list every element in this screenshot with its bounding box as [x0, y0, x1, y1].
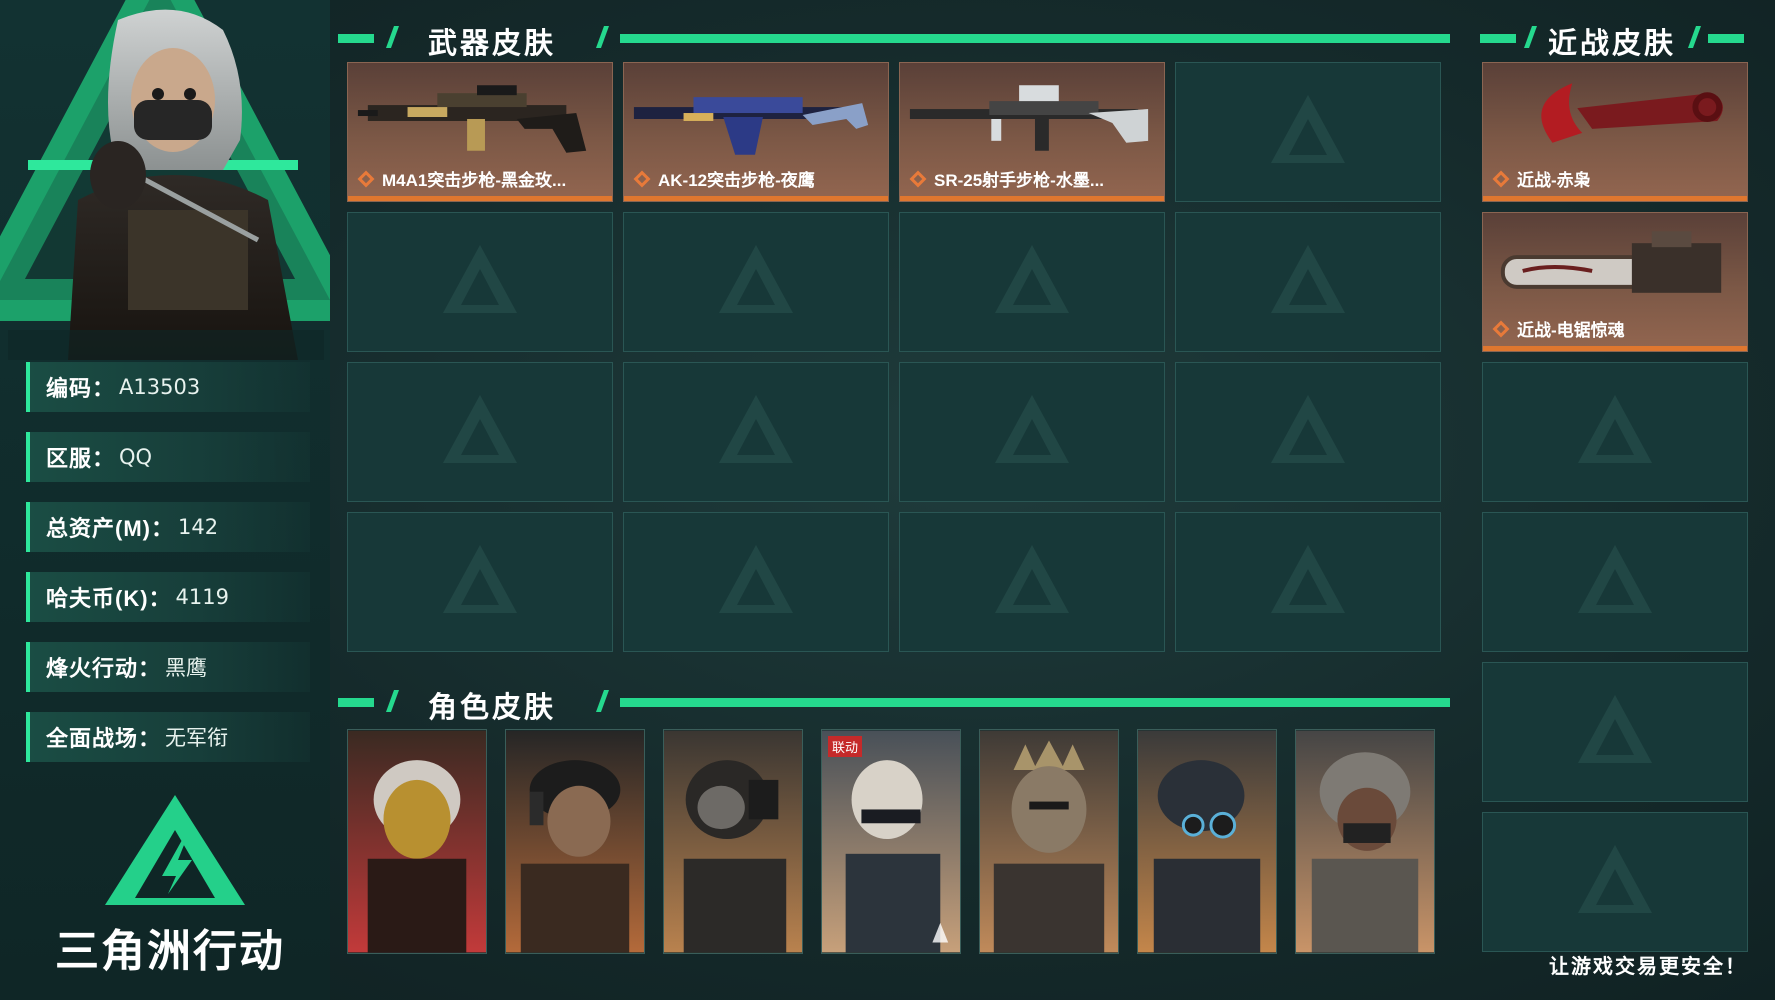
delta-watermark-icon: [1271, 245, 1345, 313]
rarity-diamond-icon: [1492, 320, 1510, 337]
operator-linked-icon: [822, 730, 960, 953]
empty-weapon-slot: [347, 512, 613, 652]
rarity-diamond-icon: [357, 170, 375, 187]
delta-force-logo-icon: [105, 795, 245, 905]
character-skin-card[interactable]: [347, 729, 487, 954]
rifle-ink-icon: [909, 85, 1149, 151]
melee-skins-title: 近战皮肤: [1548, 28, 1677, 60]
empty-weapon-slot: [1175, 512, 1441, 652]
empty-weapon-slot: [1175, 62, 1441, 202]
linked-badge: 联动: [828, 736, 863, 757]
operator-headset-icon: [506, 730, 644, 953]
character-skin-card[interactable]: [1137, 729, 1277, 954]
delta-watermark-icon: [1271, 395, 1345, 463]
karambit-icon: [1541, 83, 1723, 143]
delta-watermark-icon: [719, 395, 793, 463]
empty-weapon-slot: [623, 362, 889, 502]
empty-weapon-slot: [899, 362, 1165, 502]
brand-name: 三角洲行动: [55, 927, 285, 976]
empty-weapon-slot: [347, 212, 613, 352]
operator-gasmask-icon: [1296, 730, 1434, 953]
delta-watermark-icon: [719, 245, 793, 313]
character-skin-card[interactable]: [505, 729, 645, 954]
profile-field-server: 区服： QQ: [26, 432, 310, 482]
character-portrait: [8, 9, 324, 360]
profile-field-code: 编码： A13503: [26, 362, 310, 412]
weapon-skin-label: M4A1突击步枪-黑金玫...: [357, 166, 566, 191]
character-skin-card[interactable]: [663, 729, 803, 954]
rifle-blue-icon: [633, 97, 869, 155]
rarity-diamond-icon: [633, 170, 651, 187]
empty-weapon-slot: [899, 512, 1165, 652]
empty-weapon-slot: [1175, 362, 1441, 502]
delta-watermark-icon: [443, 245, 517, 313]
weapon-skin-card[interactable]: AK-12突击步枪-夜鹰: [623, 62, 889, 202]
character-skin-card[interactable]: 联动: [821, 729, 961, 954]
character-skin-card[interactable]: [1295, 729, 1435, 954]
weapon-skin-card[interactable]: M4A1突击步枪-黑金玫...: [347, 62, 613, 202]
rarity-diamond-icon: [1492, 170, 1510, 187]
delta-watermark-icon: [995, 545, 1069, 613]
weapon-skin-card[interactable]: SR-25射手步枪-水墨...: [899, 62, 1165, 202]
empty-weapon-slot: [899, 212, 1165, 352]
delta-watermark-icon: [443, 545, 517, 613]
empty-weapon-slot: [623, 512, 889, 652]
operator-crown-mask-icon: [980, 730, 1118, 953]
operator-helmet-icon: [664, 730, 802, 953]
delta-watermark-icon: [995, 395, 1069, 463]
profile-panel: 编码： A13503 区服： QQ 总资产(M)： 142 哈夫币(K)： 4119 烽…: [0, 0, 330, 1000]
empty-melee-slot: [1482, 812, 1748, 952]
delta-watermark-icon: [1578, 395, 1652, 463]
melee-skin-card[interactable]: 近战-赤枭: [1482, 62, 1748, 202]
empty-melee-slot: [1482, 512, 1748, 652]
profile-field-operations-rank: 烽火行动： 黑鹰: [26, 642, 310, 692]
weapon-skin-label: SR-25射手步枪-水墨...: [909, 166, 1104, 191]
profile-field-warfare-rank: 全面战场： 无军衔: [26, 712, 310, 762]
character-skins-header: 角色皮肤: [338, 682, 1450, 724]
weapon-skins-header: 武器皮肤: [338, 18, 1450, 60]
empty-melee-slot: [1482, 362, 1748, 502]
weapon-skin-label: AK-12突击步枪-夜鹰: [633, 166, 815, 191]
delta-watermark-icon: [995, 245, 1069, 313]
delta-watermark-icon: [1271, 545, 1345, 613]
rarity-diamond-icon: [909, 170, 927, 187]
profile-field-total-assets: 总资产(M)： 142: [26, 502, 310, 552]
empty-melee-slot: [1482, 662, 1748, 802]
melee-skin-label: 近战-电锯惊魂: [1492, 316, 1625, 341]
empty-weapon-slot: [1175, 212, 1441, 352]
delta-watermark-icon: [1578, 545, 1652, 613]
empty-weapon-slot: [623, 212, 889, 352]
delta-watermark-icon: [1271, 95, 1345, 163]
character-skins-title: 角色皮肤: [428, 692, 557, 724]
melee-skin-label: 近战-赤枭: [1492, 166, 1591, 191]
melee-skins-header: 近战皮肤: [1480, 18, 1750, 60]
delta-watermark-icon: [443, 395, 517, 463]
delta-watermark-icon: [719, 545, 793, 613]
empty-weapon-slot: [347, 362, 613, 502]
weapon-skins-title: 武器皮肤: [428, 28, 557, 60]
profile-field-haf-coins: 哈夫币(K)： 4119: [26, 572, 310, 622]
chainsaw-icon: [1500, 231, 1722, 293]
operator-gold-mask-icon: [348, 730, 486, 953]
character-skin-card[interactable]: [979, 729, 1119, 954]
delta-watermark-icon: [1578, 695, 1652, 763]
melee-skin-card[interactable]: 近战-电锯惊魂: [1482, 212, 1748, 352]
rifle-gold-icon: [357, 85, 587, 153]
operator-nightvision-icon: [1138, 730, 1276, 953]
footer-slogan: 让游戏交易更安全！: [1549, 956, 1747, 978]
delta-watermark-icon: [1578, 845, 1652, 913]
